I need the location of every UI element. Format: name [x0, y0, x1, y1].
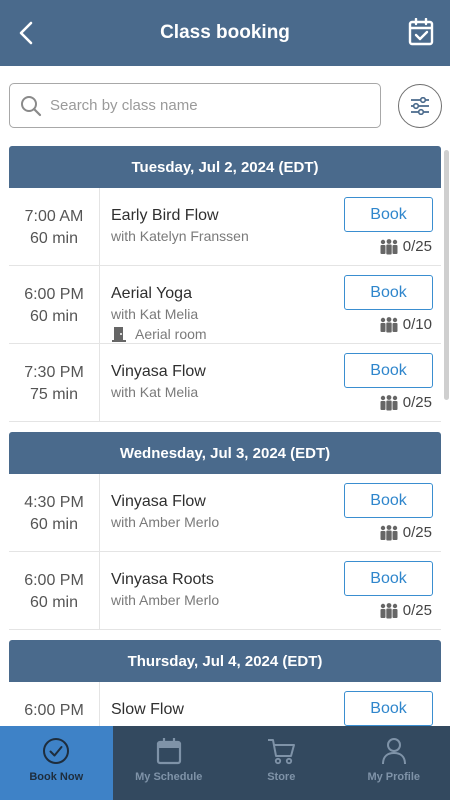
tab-label: Book Now	[29, 771, 84, 783]
class-info: Vinyasa Flow with Kat Melia Book 0/25	[100, 344, 441, 421]
day-header: Thursday, Jul 4, 2024 (EDT)	[9, 640, 441, 682]
scrollbar[interactable]	[444, 150, 449, 400]
calendar-icon	[156, 738, 181, 765]
top-bar: Class booking	[0, 0, 450, 66]
sliders-icon	[411, 97, 429, 115]
tab-label: Store	[267, 771, 296, 783]
day-gap	[0, 630, 450, 640]
cart-icon	[268, 739, 296, 765]
tab-label: My Profile	[367, 771, 421, 783]
class-info: Aerial Yoga with Kat Melia Aerial room B…	[100, 266, 441, 343]
class-duration: 60 min	[29, 308, 79, 325]
book-button[interactable]: Book	[344, 561, 433, 596]
filter-button[interactable]	[398, 84, 442, 128]
class-info: Early Bird Flow with Katelyn Franssen Bo…	[100, 188, 441, 265]
people-icon	[380, 394, 398, 410]
class-row: 6:00 PM Slow Flow Book	[9, 682, 441, 726]
class-row: 4:30 PM 60 min Vinyasa Flow with Amber M…	[9, 474, 441, 552]
calendar-check-icon[interactable]	[408, 18, 434, 46]
class-duration: 60 min	[29, 594, 79, 611]
tab-book-now[interactable]: Book Now	[0, 726, 113, 800]
day-header: Tuesday, Jul 2, 2024 (EDT)	[9, 146, 441, 188]
class-time: 7:00 AM	[24, 208, 84, 225]
capacity: 0/25	[379, 524, 432, 541]
class-room-label: Aerial room	[135, 326, 207, 342]
class-row: 6:00 PM 60 min Aerial Yoga with Kat Meli…	[9, 266, 441, 344]
search-row	[0, 66, 450, 146]
class-time: 4:30 PM	[24, 494, 84, 511]
people-icon	[380, 524, 398, 540]
day-gap	[0, 422, 450, 432]
capacity-count: 0/10	[402, 316, 432, 333]
user-icon	[381, 738, 406, 765]
capacity-count: 0/25	[402, 394, 432, 411]
class-info: Vinyasa Roots with Amber Merlo Book 0/25	[100, 552, 441, 629]
class-row: 7:00 AM 60 min Early Bird Flow with Kate…	[9, 188, 441, 266]
class-row: 7:30 PM 75 min Vinyasa Flow with Kat Mel…	[9, 344, 441, 422]
tab-label: My Schedule	[135, 771, 203, 783]
capacity-count: 0/25	[402, 238, 432, 255]
chevron-left-icon[interactable]	[14, 20, 38, 46]
class-time-cell: 7:30 PM 75 min	[9, 344, 100, 421]
capacity: 0/25	[379, 394, 432, 411]
people-icon	[380, 316, 398, 332]
capacity-count: 0/25	[402, 524, 432, 541]
class-time: 6:00 PM	[24, 572, 84, 589]
tab-my-profile[interactable]: My Profile	[338, 726, 450, 800]
class-time: 7:30 PM	[24, 364, 84, 381]
book-button[interactable]: Book	[344, 353, 433, 388]
capacity: 0/25	[379, 602, 432, 619]
capacity: 0/10	[379, 316, 432, 333]
people-icon	[380, 238, 398, 254]
class-row: 6:00 PM 60 min Vinyasa Roots with Amber …	[9, 552, 441, 630]
class-time: 6:00 PM	[24, 286, 84, 303]
tab-store[interactable]: Store	[225, 726, 338, 800]
bottom-tab-bar: Book Now My Schedule Store My Profile	[0, 726, 450, 800]
class-duration: 60 min	[29, 516, 79, 533]
class-time: 6:00 PM	[24, 702, 84, 719]
people-icon	[380, 602, 398, 618]
check-circle-icon	[43, 738, 70, 764]
tab-my-schedule[interactable]: My Schedule	[113, 726, 226, 800]
door-icon	[112, 327, 126, 342]
search-icon	[21, 95, 42, 116]
class-time-cell: 4:30 PM 60 min	[9, 474, 100, 551]
page-title: Class booking	[160, 22, 290, 43]
search-box[interactable]	[9, 83, 381, 128]
class-info: Vinyasa Flow with Amber Merlo Book 0/25	[100, 474, 441, 551]
search-input[interactable]	[50, 97, 350, 114]
class-time-cell: 6:00 PM 60 min	[9, 552, 100, 629]
class-time-cell: 6:00 PM 60 min	[9, 266, 100, 343]
class-duration: 60 min	[29, 230, 79, 247]
day-header: Wednesday, Jul 3, 2024 (EDT)	[9, 432, 441, 474]
class-duration: 75 min	[29, 386, 79, 403]
book-button[interactable]: Book	[344, 691, 433, 726]
capacity: 0/25	[379, 238, 432, 255]
book-button[interactable]: Book	[344, 197, 433, 232]
book-button[interactable]: Book	[344, 483, 433, 518]
capacity-count: 0/25	[402, 602, 432, 619]
class-time-cell: 6:00 PM	[9, 682, 100, 726]
class-info: Slow Flow Book	[100, 682, 441, 726]
class-time-cell: 7:00 AM 60 min	[9, 188, 100, 265]
book-button[interactable]: Book	[344, 275, 433, 310]
class-list[interactable]: Tuesday, Jul 2, 2024 (EDT) 7:00 AM 60 mi…	[0, 146, 450, 726]
